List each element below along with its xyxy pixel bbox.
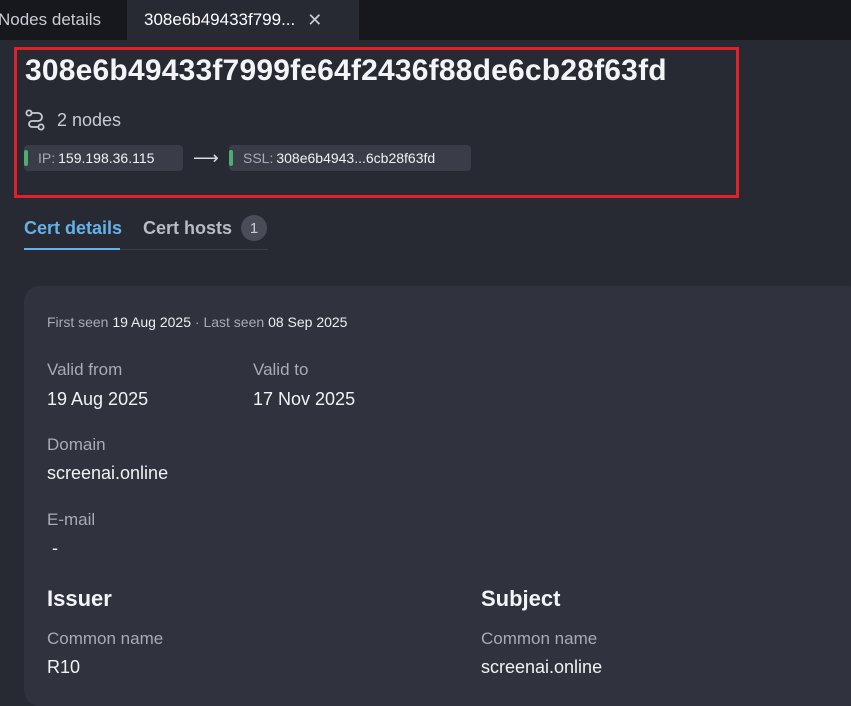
seen-separator: · — [194, 314, 200, 330]
issuer-common-name-label: Common name — [47, 629, 164, 648]
ssl-chip[interactable]: SSL: 308e6b4943...6cb28f63fd — [229, 145, 471, 171]
first-seen-label: First seen — [47, 314, 109, 330]
tab-label: Nodes details — [0, 10, 102, 29]
status-indicator — [24, 150, 28, 166]
last-seen-value: 08 Sep 2025 — [268, 314, 348, 330]
domain-value: screenai.online — [47, 463, 169, 483]
tab-bar: Nodes details 308e6b49433f799... ✕ — [0, 0, 851, 40]
last-seen-label: Last seen — [203, 314, 265, 330]
subject-common-name-value: screenai.online — [481, 657, 603, 677]
valid-from-label: Valid from — [47, 360, 123, 379]
cert-hosts-count-badge: 1 — [241, 215, 267, 241]
tab-cert-hash[interactable]: 308e6b49433f799... ✕ — [127, 0, 359, 40]
tab-nodes-details[interactable]: Nodes details — [0, 0, 122, 40]
page-title: 308e6b49433f7999fe64f2436f88de6cb28f63fd — [25, 54, 667, 87]
email-label: E-mail — [47, 510, 96, 529]
close-icon[interactable]: ✕ — [307, 10, 322, 31]
detail-tabs: Cert details Cert hosts 1 — [24, 212, 268, 250]
subject-common-name-label: Common name — [481, 629, 598, 648]
valid-to-value: 17 Nov 2025 — [253, 389, 356, 409]
ip-value: 159.198.36.115 — [58, 150, 155, 166]
tab-cert-details[interactable]: Cert details — [24, 218, 122, 239]
ssl-value: 308e6b4943...6cb28f63fd — [276, 150, 436, 166]
subject-heading: Subject — [481, 586, 561, 611]
issuer-heading: Issuer — [47, 586, 112, 611]
issuer-common-name-value: R10 — [47, 657, 81, 677]
seen-dates: First seen 19 Aug 2025 · Last seen 08 Se… — [47, 314, 347, 330]
email-value: - — [52, 538, 58, 558]
active-tab-indicator — [24, 248, 120, 250]
arrow-right-icon: ⟶ — [193, 148, 219, 168]
domain-label: Domain — [47, 435, 106, 454]
route-icon — [25, 109, 45, 131]
status-indicator — [229, 150, 233, 166]
ip-key: IP: — [38, 150, 56, 166]
tab-cert-hosts[interactable]: Cert hosts — [143, 218, 232, 239]
tab-label: 308e6b49433f799... — [144, 10, 296, 29]
nodes-count-row: 2 nodes — [25, 108, 121, 132]
ip-chip[interactable]: IP: 159.198.36.115 — [24, 145, 183, 171]
ssl-key: SSL: — [243, 150, 274, 166]
first-seen-value: 19 Aug 2025 — [112, 314, 191, 330]
nodes-count: 2 nodes — [57, 109, 122, 130]
valid-to-label: Valid to — [253, 360, 309, 379]
valid-from-value: 19 Aug 2025 — [47, 389, 149, 409]
